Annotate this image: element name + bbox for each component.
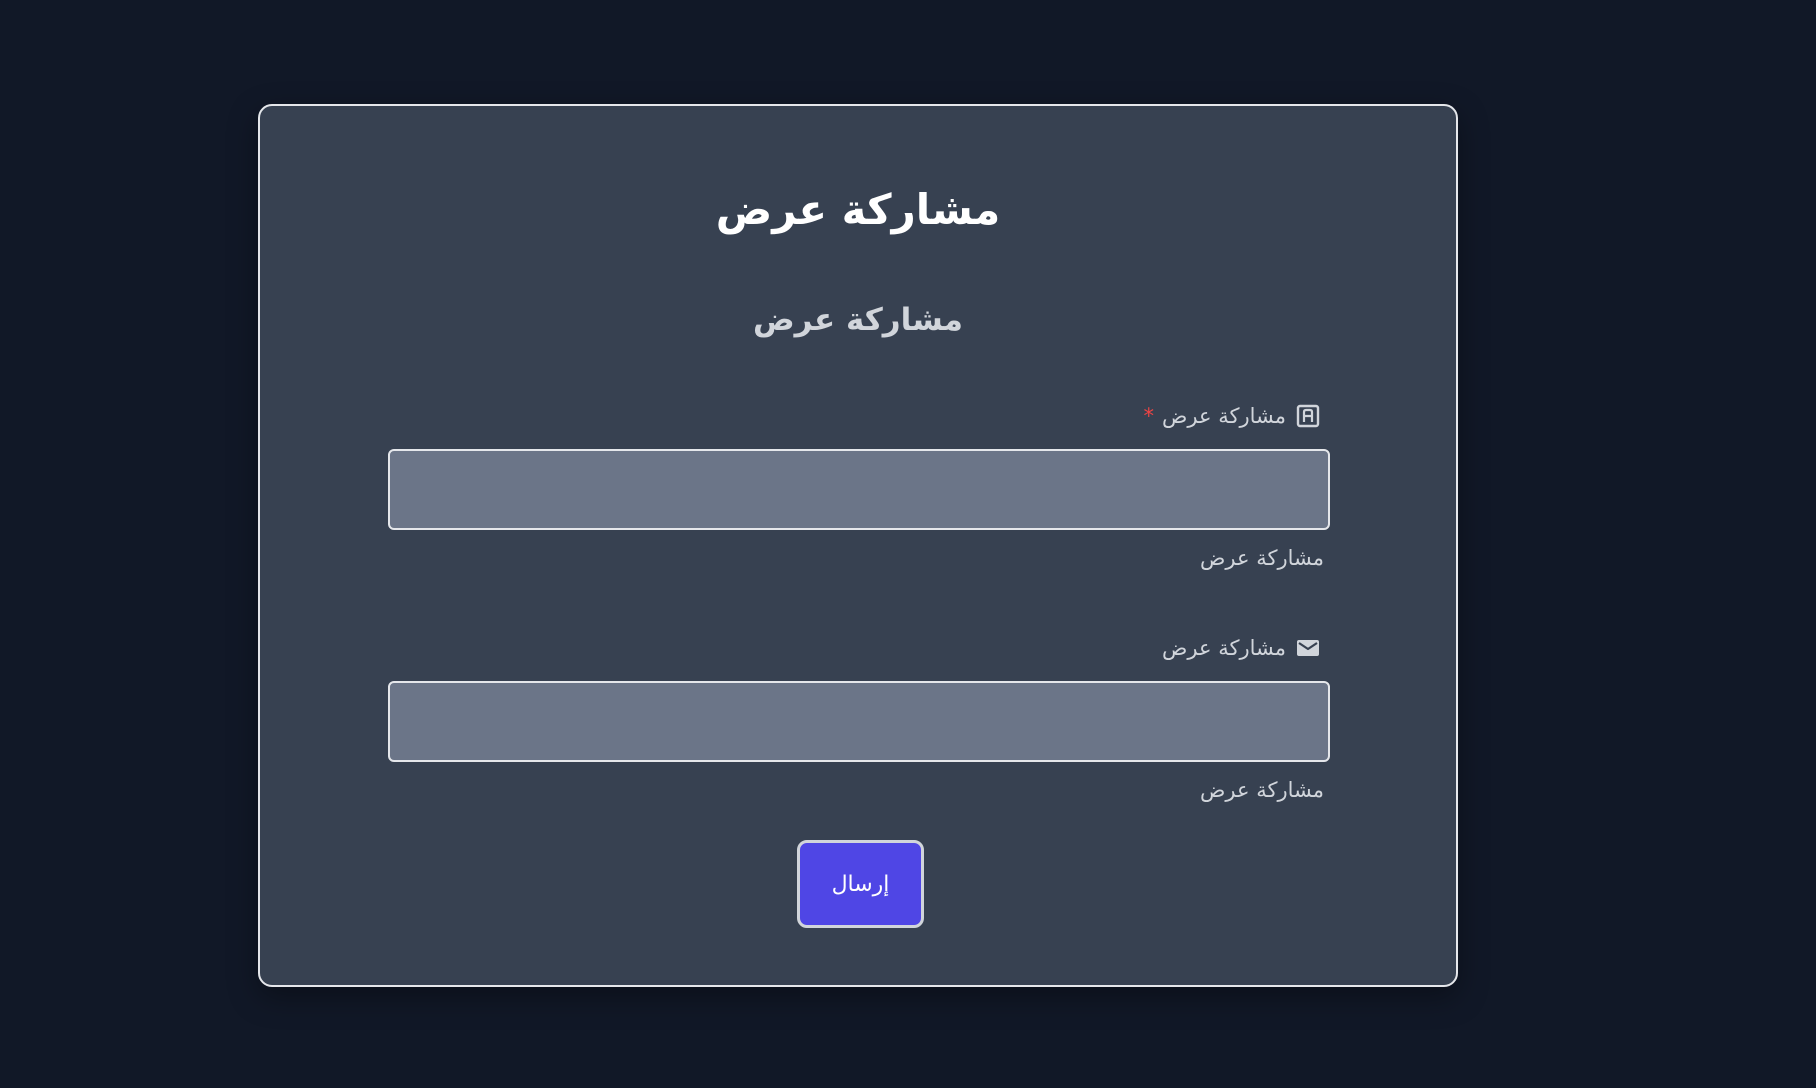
email-field-group: مشاركة عرض مشاركة عرض — [388, 628, 1330, 804]
input-box-icon — [1296, 404, 1320, 428]
required-indicator: * — [1143, 404, 1155, 428]
form-subtitle: مشاركة عرض — [752, 302, 963, 338]
submit-button[interactable]: إرسال — [797, 840, 924, 928]
first-field-label: مشاركة عرض * — [388, 396, 1330, 436]
envelope-icon — [1296, 636, 1320, 660]
page-title: مشاركة عرض — [715, 185, 1001, 234]
email-field-input[interactable] — [388, 681, 1330, 762]
first-field-label-text: مشاركة عرض — [1162, 404, 1286, 428]
email-field-label-text: مشاركة عرض — [1162, 636, 1286, 660]
first-field-group: مشاركة عرض * مشاركة عرض — [388, 396, 1330, 572]
email-field-label: مشاركة عرض — [388, 628, 1330, 668]
first-field-input[interactable] — [388, 449, 1330, 530]
email-field-help: مشاركة عرض — [1200, 778, 1324, 802]
share-offer-form-card: مشاركة عرض مشاركة عرض مشاركة عرض * مشارك… — [258, 104, 1458, 987]
first-field-help: مشاركة عرض — [1200, 546, 1324, 570]
